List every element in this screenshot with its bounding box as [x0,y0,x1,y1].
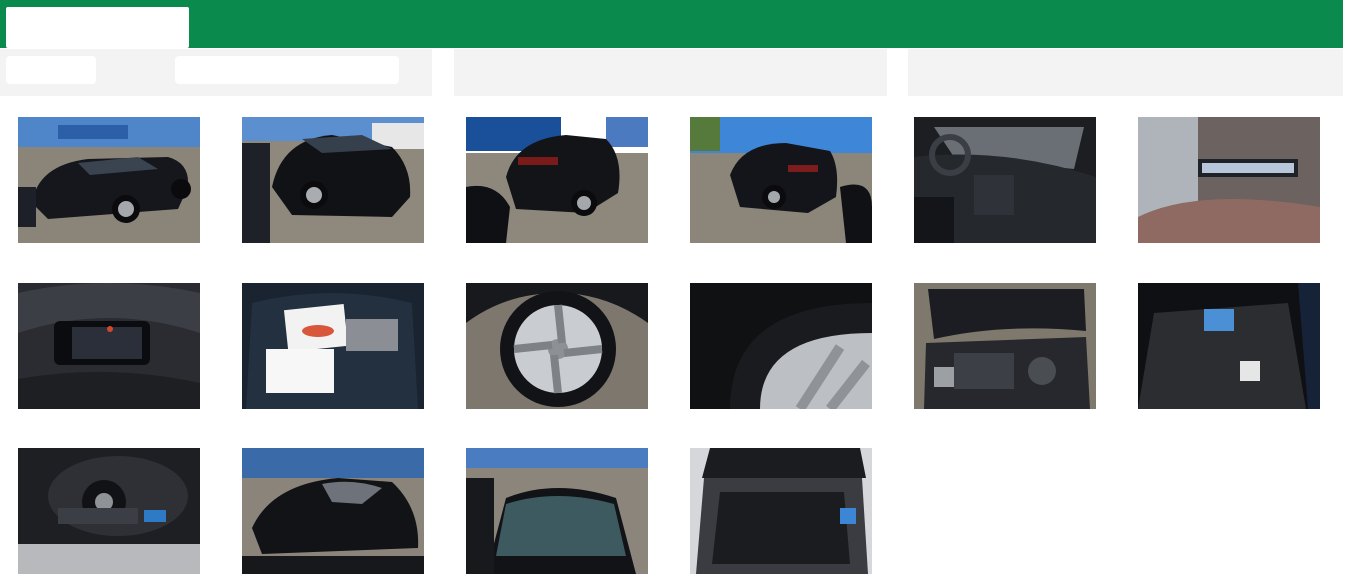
photo-engine-bay[interactable] [914,283,1096,409]
car-photo-icon [242,448,424,574]
photo-open-trunk[interactable] [690,448,872,574]
photo-trunk-floor[interactable] [1138,283,1320,409]
car-photo-icon [466,283,648,409]
photo-vin-plate[interactable] [1138,117,1320,243]
car-photo-icon [1138,283,1320,409]
car-photo-icon [1138,117,1320,243]
car-photo-icon [466,117,648,243]
car-photo-icon [690,117,872,243]
car-photo-icon [690,448,872,574]
photo-car-front-left[interactable] [18,117,200,243]
car-photo-icon [242,117,424,243]
car-photo-icon [690,283,872,409]
photo-car-front-right[interactable] [242,117,424,243]
photo-car-rear-left[interactable] [466,117,648,243]
car-photo-icon [18,117,200,243]
photo-documents-on-seat[interactable] [242,283,424,409]
car-photo-icon [18,283,200,409]
car-photo-icon [18,448,200,574]
car-photo-icon [914,283,1096,409]
photo-windscreen-view[interactable] [466,448,648,574]
car-photo-icon [914,117,1096,243]
photo-car-rear-right[interactable] [690,117,872,243]
photo-interior-dashboard[interactable] [914,117,1096,243]
photo-gallery [0,0,1345,578]
car-photo-icon [466,448,648,574]
photo-roof-view[interactable] [242,448,424,574]
photo-tyre-closeup[interactable] [690,283,872,409]
photo-spare-wheel-well[interactable] [18,448,200,574]
car-photo-icon [242,283,424,409]
photo-instrument-cluster[interactable] [18,283,200,409]
photo-wheel-closeup[interactable] [466,283,648,409]
